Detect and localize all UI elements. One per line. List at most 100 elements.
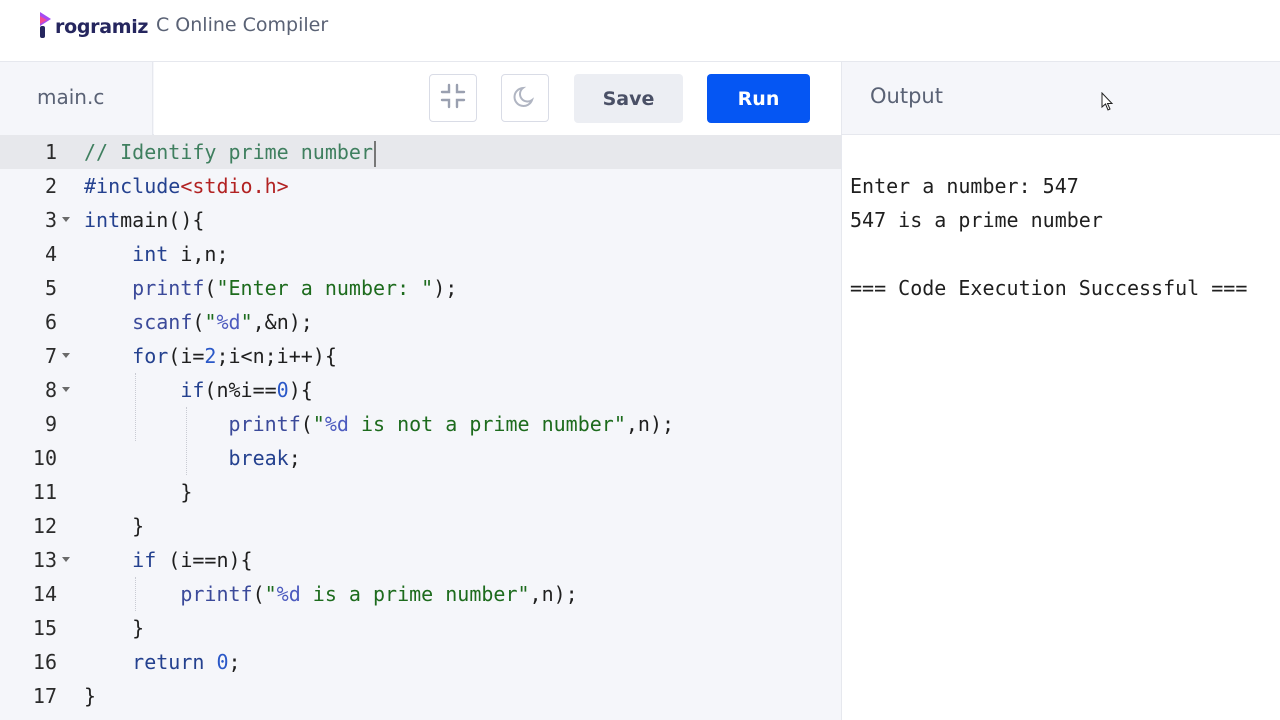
code-text: for(i=2;i<n;i++){: [84, 339, 337, 373]
code-token: ;: [288, 446, 301, 470]
code-token: 2: [204, 344, 217, 368]
run-button[interactable]: Run: [707, 74, 810, 123]
code-text: if (i==n){: [84, 543, 252, 577]
save-button[interactable]: Save: [574, 74, 683, 123]
code-line[interactable]: 2 #include<stdio.h>: [0, 169, 841, 203]
fold-arrow-icon[interactable]: [62, 217, 70, 222]
file-tab-main-c[interactable]: main.c: [0, 62, 153, 135]
output-title: Output: [870, 84, 943, 108]
mouse-pointer-icon: [1101, 91, 1115, 117]
code-token: %d: [216, 310, 241, 334]
code-editor[interactable]: 1 // Identify prime number 2 #include<stdio…: [0, 135, 841, 720]
line-number: 5: [44, 276, 57, 300]
code-line[interactable]: 13 if (i==n){: [0, 543, 841, 577]
code-token: is a prime number": [300, 582, 530, 606]
line-number: 12: [32, 514, 57, 538]
code-text: }: [84, 611, 144, 645]
code-text: printf("%d is a prime number",n);: [84, 577, 578, 611]
code-text: #include<stdio.h>: [84, 169, 289, 203]
line-number: 1: [44, 140, 57, 164]
code-line[interactable]: 1 // Identify prime number: [0, 135, 841, 169]
code-token: if: [132, 548, 157, 572]
editor-toolbar: main.c Save Run: [0, 62, 841, 135]
code-token: scanf: [132, 310, 193, 334]
code-token: int: [84, 208, 121, 232]
text-caret: [373, 140, 376, 167]
code-token: // Identify prime number: [84, 140, 373, 164]
output-line: Enter a number: 547: [850, 174, 1079, 198]
output-line: 547 is a prime number: [850, 208, 1103, 232]
fold-arrow-icon[interactable]: [62, 387, 70, 392]
theme-toggle-button[interactable]: [501, 74, 549, 122]
code-token: (: [300, 412, 313, 436]
line-number: 3: [44, 208, 57, 232]
line-number: 2: [44, 174, 57, 198]
fold-arrow-icon[interactable]: [62, 353, 70, 358]
code-token: (: [192, 310, 205, 334]
code-line[interactable]: 11 }: [0, 475, 841, 509]
output-line: === Code Execution Successful ===: [850, 276, 1248, 300]
code-token: }: [84, 616, 145, 640]
code-token: (i=: [168, 344, 205, 368]
code-line[interactable]: 16 return 0;: [0, 645, 841, 679]
code-token: printf: [180, 582, 253, 606]
code-line[interactable]: 14 printf("%d is a prime number",n);: [0, 577, 841, 611]
code-line[interactable]: 15 }: [0, 611, 841, 645]
code-token: }: [84, 684, 97, 708]
line-number: 7: [44, 344, 57, 368]
code-token: ": [240, 310, 253, 334]
code-token: (: [204, 276, 217, 300]
code-token: if: [180, 378, 205, 402]
code-token: break: [228, 446, 289, 470]
code-line[interactable]: 6 scanf("%d",&n);: [0, 305, 841, 339]
code-token: "Enter a number: ": [216, 276, 434, 300]
code-token: for: [132, 344, 169, 368]
code-text: }: [84, 509, 144, 543]
code-text: break;: [84, 441, 301, 475]
code-line[interactable]: 10 break;: [0, 441, 841, 475]
code-token: is not a prime number": [348, 412, 626, 436]
code-token: (: [252, 582, 265, 606]
code-line[interactable]: 17}: [0, 679, 841, 713]
code-line[interactable]: 8 if(n%i==0){: [0, 373, 841, 407]
fold-arrow-icon[interactable]: [62, 557, 70, 562]
code-text: // Identify prime number: [84, 135, 376, 169]
code-line[interactable]: 12 }: [0, 509, 841, 543]
code-token: printf: [132, 276, 205, 300]
code-line[interactable]: 5 printf("Enter a number: ");: [0, 271, 841, 305]
code-token: i,n;: [168, 242, 229, 266]
code-line[interactable]: 3 intmain(){: [0, 203, 841, 237]
code-token: ){: [288, 378, 313, 402]
code-text: return 0;: [84, 645, 240, 679]
logo-text: rogramiz: [55, 16, 149, 38]
collapse-button[interactable]: [429, 74, 477, 122]
code-line[interactable]: 4 int i,n;: [0, 237, 841, 271]
top-bar: rogramiz C Online Compiler: [0, 0, 1280, 62]
code-token: %d: [276, 582, 301, 606]
line-number: 14: [32, 582, 57, 606]
line-number: 13: [32, 548, 57, 572]
line-number: 16: [32, 650, 57, 674]
code-line[interactable]: 7 for(i=2;i<n;i++){: [0, 339, 841, 373]
programiz-logo[interactable]: rogramiz: [38, 8, 148, 40]
code-token: ": [264, 582, 277, 606]
code-line[interactable]: 9 printf("%d is not a prime number",n);: [0, 407, 841, 441]
moon-icon: [512, 83, 538, 114]
code-token: (n%i==: [204, 378, 277, 402]
code-token: ,n);: [529, 582, 578, 606]
code-text: printf("Enter a number: ");: [84, 271, 457, 305]
line-number: 17: [32, 684, 57, 708]
code-text: }: [84, 475, 192, 509]
code-text: }: [84, 679, 96, 713]
output-panel[interactable]: Enter a number: 547 547 is a prime number…: [841, 135, 1280, 720]
line-number: 6: [44, 310, 57, 334]
code-token: ": [312, 412, 325, 436]
line-number: 4: [44, 242, 57, 266]
